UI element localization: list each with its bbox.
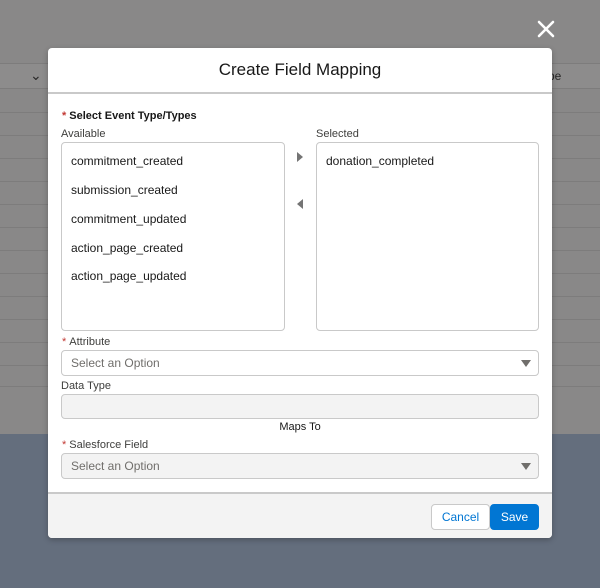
list-item[interactable]: submission_created [71,183,178,197]
data-type-label: Data Type [61,380,111,392]
salesforce-field-label-text: Salesforce Field [69,439,149,451]
attribute-label: * Attribute [62,336,110,348]
required-marker: * [62,439,67,451]
chevron-down-icon [521,360,531,367]
available-label: Available [61,128,106,140]
modal-body: * Select Event Type/Types Available Selec… [48,94,552,492]
required-marker: * [62,336,67,348]
required-marker: * [62,110,67,122]
move-right-arrow-icon [297,152,303,162]
event-types-label: * Select Event Type/Types [62,110,197,122]
close-modal-button[interactable] [533,16,559,42]
cancel-button[interactable]: Cancel [431,504,490,530]
selected-listbox[interactable]: donation_completed [316,142,539,331]
save-button[interactable]: Save [490,504,539,530]
modal-footer: Cancel Save [48,492,552,538]
attribute-select[interactable]: Select an Option [61,350,539,376]
attribute-label-text: Attribute [69,336,111,348]
list-item[interactable]: commitment_updated [71,212,186,226]
list-item[interactable]: donation_completed [326,154,434,168]
move-left-arrow-icon [297,199,303,209]
move-to-selected-button[interactable] [293,150,307,164]
selected-label: Selected [316,128,359,140]
create-field-mapping-modal: Create Field Mapping * Select Event Type/… [48,48,552,538]
chevron-down-icon [521,463,531,470]
move-to-available-button[interactable] [293,197,307,211]
maps-to-label: Maps To [279,421,321,433]
modal-title: Create Field Mapping [218,60,382,79]
event-types-label-text: Select Event Type/Types [69,110,197,122]
list-item[interactable]: action_page_updated [71,269,186,283]
close-icon [537,20,555,38]
available-listbox[interactable]: commitment_created submission_created co… [61,142,285,331]
salesforce-field-select[interactable]: Select an Option [61,453,539,479]
salesforce-field-label: * Salesforce Field [62,439,148,451]
salesforce-field-select-value: Select an Option [71,459,160,473]
list-item[interactable]: action_page_created [71,241,183,255]
list-item[interactable]: commitment_created [71,154,183,168]
data-type-input [61,394,539,419]
modal-header: Create Field Mapping [48,48,552,94]
attribute-select-value: Select an Option [71,356,160,370]
